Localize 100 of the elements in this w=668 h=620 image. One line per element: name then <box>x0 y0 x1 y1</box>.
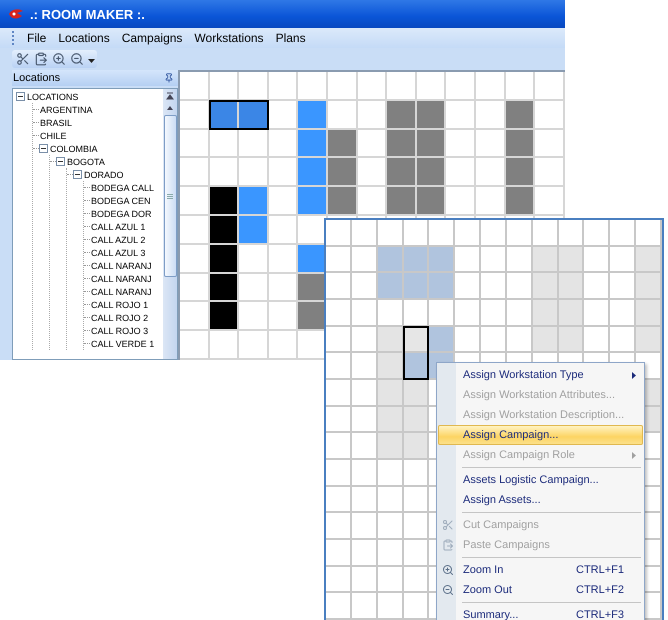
collapse-icon[interactable] <box>16 92 25 101</box>
workstation-cell[interactable] <box>558 326 584 354</box>
grid-cell[interactable] <box>506 300 533 327</box>
grid-cell[interactable] <box>210 331 240 360</box>
menu-item[interactable]: Assign Workstation Type <box>438 365 643 385</box>
grid-cell[interactable] <box>326 406 352 434</box>
menu-item[interactable]: Assign Campaign... <box>438 425 643 445</box>
collapse-icon[interactable] <box>73 170 82 179</box>
grid-cell[interactable] <box>455 300 482 327</box>
scissors-icon[interactable] <box>16 52 30 66</box>
workstation-cell[interactable] <box>532 246 559 274</box>
grid-cell[interactable] <box>404 513 430 540</box>
grid-cell[interactable] <box>239 244 269 274</box>
grid-cell[interactable] <box>326 593 352 620</box>
grid-cell[interactable] <box>404 460 430 487</box>
tree-item[interactable]: CHILE <box>39 130 67 140</box>
grid-cell[interactable] <box>429 300 456 327</box>
grid-cell[interactable] <box>481 273 507 300</box>
grid-cell[interactable] <box>404 566 430 594</box>
grid-cell[interactable] <box>352 326 378 354</box>
menu-item[interactable]: Assets Logistic Campaign... <box>438 470 643 490</box>
grid-cell[interactable] <box>180 187 210 216</box>
workstation-cell[interactable] <box>210 244 240 274</box>
grid-cell[interactable] <box>210 130 240 158</box>
grid-cell[interactable] <box>558 220 584 247</box>
workstation-cell[interactable] <box>298 187 328 216</box>
grid-cell[interactable] <box>352 433 378 460</box>
grid-cell[interactable] <box>239 130 269 158</box>
grid-cell[interactable] <box>268 216 298 245</box>
grid-cell[interactable] <box>352 593 378 620</box>
grid-cell[interactable] <box>535 158 565 188</box>
grid-cell[interactable] <box>387 72 417 101</box>
grid-cell[interactable] <box>352 486 378 514</box>
zoom-in-icon[interactable] <box>52 52 66 66</box>
tree-item[interactable]: CALL AZUL 2 <box>90 234 146 244</box>
grid-cell[interactable] <box>358 130 388 158</box>
workstation-cell[interactable] <box>558 300 584 327</box>
grid-cell[interactable] <box>446 100 476 130</box>
grid-cell[interactable] <box>326 460 352 487</box>
workstation-cell[interactable] <box>416 100 446 130</box>
grid-cell[interactable] <box>268 72 298 101</box>
workstation-cell[interactable] <box>387 130 417 158</box>
workstation-cell[interactable] <box>506 158 536 188</box>
grid-cell[interactable] <box>326 566 352 594</box>
grid-cell[interactable] <box>326 486 352 514</box>
tree-item[interactable]: COLOMBIA <box>50 144 98 154</box>
grid-cell[interactable] <box>446 158 476 188</box>
grid-cell[interactable] <box>455 246 482 274</box>
workstation-cell[interactable] <box>239 216 269 245</box>
workstation-cell[interactable] <box>387 187 417 216</box>
workstation-cell[interactable] <box>378 433 404 460</box>
pin-icon[interactable] <box>164 73 174 83</box>
workstation-cell[interactable] <box>378 353 404 380</box>
workstation-cell[interactable] <box>298 158 328 188</box>
grid-cell[interactable] <box>326 273 352 300</box>
grid-cell[interactable] <box>352 380 378 407</box>
grid-cell[interactable] <box>584 273 610 300</box>
workstation-cell[interactable] <box>298 100 328 130</box>
workstation-cell[interactable] <box>404 406 430 434</box>
workstation-cell[interactable] <box>328 187 358 216</box>
grid-cell[interactable] <box>326 300 352 327</box>
workstation-cell[interactable] <box>429 273 456 300</box>
grid-cell[interactable] <box>610 220 636 247</box>
grid-cell[interactable] <box>584 246 610 274</box>
grid-cell[interactable] <box>535 72 565 101</box>
grid-cell[interactable] <box>210 72 240 101</box>
grid-cell[interactable] <box>268 100 298 130</box>
tree-item[interactable]: CALL ROJO 3 <box>90 326 148 336</box>
collapse-icon[interactable] <box>39 144 48 153</box>
tree-item[interactable]: CALL ROJO 1 <box>90 300 148 310</box>
grid-cell[interactable] <box>180 331 210 360</box>
grid-cell[interactable] <box>506 72 536 101</box>
grid-cell[interactable] <box>326 220 352 247</box>
grid-cell[interactable] <box>358 187 388 216</box>
collapse-icon[interactable] <box>56 157 65 166</box>
tree-item[interactable]: DORADO <box>84 170 124 180</box>
grid-cell[interactable] <box>378 486 404 514</box>
grid-cell[interactable] <box>268 187 298 216</box>
tree-item[interactable]: CALL ROJO 2 <box>90 312 148 322</box>
grid-cell[interactable] <box>404 220 430 247</box>
workstation-cell[interactable] <box>636 273 662 300</box>
grid-cell[interactable] <box>180 216 210 245</box>
zoom-out-icon[interactable] <box>70 52 84 66</box>
menu-item[interactable]: Campaigns <box>116 30 188 46</box>
workstation-cell[interactable] <box>210 216 240 245</box>
workstation-cell[interactable] <box>636 326 662 354</box>
grid-cell[interactable] <box>610 273 636 300</box>
grid-cell[interactable] <box>446 130 476 158</box>
grid-cell[interactable] <box>352 273 378 300</box>
grid-cell[interactable] <box>180 130 210 158</box>
grid-cell[interactable] <box>446 187 476 216</box>
grid-cell[interactable] <box>352 220 378 247</box>
grid-cell[interactable] <box>358 72 388 101</box>
grid-cell[interactable] <box>268 244 298 274</box>
tree-item[interactable]: BODEGA CEN <box>90 196 151 206</box>
grid-cell[interactable] <box>268 274 298 302</box>
workstation-cell[interactable] <box>506 130 536 158</box>
workstation-cell[interactable] <box>532 273 559 300</box>
grid-cell[interactable] <box>268 130 298 158</box>
selected-cell[interactable] <box>404 326 430 354</box>
